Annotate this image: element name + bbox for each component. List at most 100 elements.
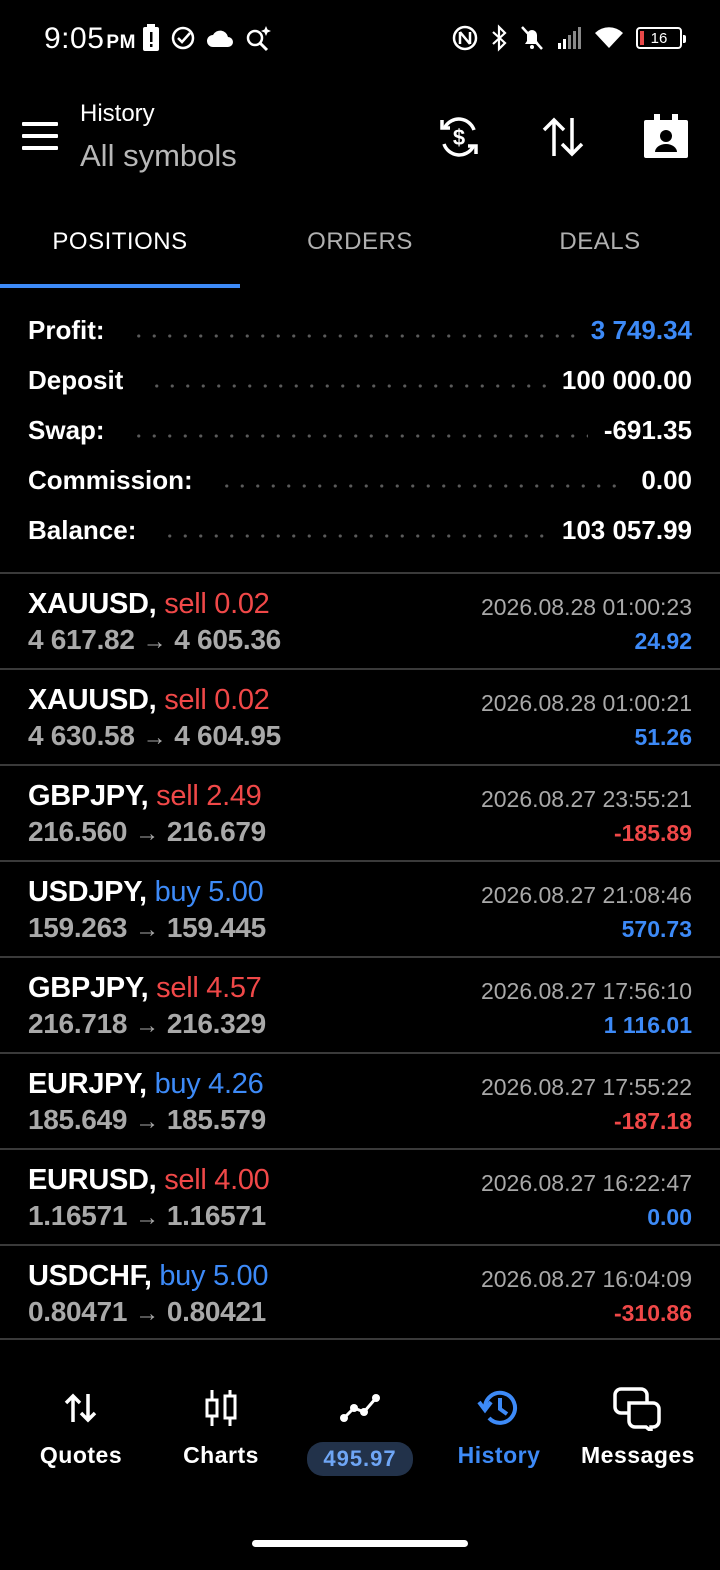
history-tabs: POSITIONS ORDERS DEALS xyxy=(0,210,720,288)
nav-trade[interactable]: 495.97 xyxy=(290,1380,430,1476)
report-icon[interactable] xyxy=(641,112,691,162)
history-clock-icon xyxy=(429,1380,569,1436)
open-price: 159.263 xyxy=(28,912,128,943)
nav-label: Quotes xyxy=(39,1442,123,1468)
list-item[interactable]: USDCHF, buy 5.00 0.80471 → 0.80421 2026.08… xyxy=(0,1244,720,1340)
symbol: EURJPY, xyxy=(28,1068,147,1100)
symbol-filter[interactable]: All symbols xyxy=(80,138,237,174)
close-price: 4 605.36 xyxy=(174,624,281,655)
nav-label: Messages xyxy=(581,1442,695,1468)
symbol: USDCHF, xyxy=(28,1260,152,1292)
arrow-right-icon: → xyxy=(135,1204,159,1231)
summary-swap-row: Swap: -691.35 xyxy=(28,405,692,455)
summary-profit-value: 3 749.34 xyxy=(590,314,692,345)
nav-charts[interactable]: Charts xyxy=(151,1380,291,1469)
arrow-right-icon: → xyxy=(135,1012,159,1039)
trade-side: sell 2.49 xyxy=(156,780,262,812)
equity-badge: 495.97 xyxy=(307,1442,413,1476)
deal-time: 2026.08.28 01:00:23 xyxy=(480,594,692,620)
battery-indicator: 16 xyxy=(636,27,686,49)
summary-deposit-row: Deposit 100 000.00 xyxy=(28,355,692,405)
search-sparkle-icon xyxy=(246,26,271,52)
close-price: 216.679 xyxy=(166,816,266,847)
summary-label: Commission: xyxy=(28,464,193,495)
deal-time: 2026.08.28 01:00:21 xyxy=(480,690,692,716)
open-price: 216.560 xyxy=(28,816,128,847)
mute-bell-icon xyxy=(521,26,543,50)
status-bar: 9:05 PM 16 xyxy=(0,0,720,80)
symbol: XAUUSD, xyxy=(28,684,157,716)
symbol: XAUUSD, xyxy=(28,588,157,620)
signal-icon xyxy=(558,27,581,49)
list-item[interactable]: EURJPY, buy 4.26 185.649 → 185.579 2026.08… xyxy=(0,1052,720,1148)
positions-list: XAUUSD, sell 0.02 4 617.82 → 4 605.36 2026… xyxy=(0,572,720,1340)
symbol: GBPJPY, xyxy=(28,972,149,1004)
summary-label: Swap: xyxy=(28,414,105,445)
deal-time: 2026.08.27 21:08:46 xyxy=(480,882,692,908)
deal-profit: -310.86 xyxy=(613,1300,692,1326)
open-price: 185.649 xyxy=(28,1104,128,1135)
arrow-right-icon: → xyxy=(135,1108,159,1135)
nav-label: Charts xyxy=(183,1442,259,1468)
arrow-right-icon: → xyxy=(142,628,167,655)
nav-quotes[interactable]: Quotes xyxy=(11,1380,151,1469)
summary-balance-value: 103 057.99 xyxy=(561,514,692,545)
history-summary: Profit: 3 749.34 Deposit 100 000.00 Swap… xyxy=(28,305,692,555)
open-price: 0.80471 xyxy=(28,1296,128,1327)
deal-profit: 24.92 xyxy=(634,628,692,654)
home-indicator[interactable] xyxy=(252,1540,468,1547)
deal-profit: 51.26 xyxy=(634,724,692,750)
nav-history[interactable]: History xyxy=(429,1380,569,1469)
list-item[interactable]: XAUUSD, sell 0.02 4 617.82 → 4 605.36 2026… xyxy=(0,572,720,668)
trade-side: sell 0.02 xyxy=(164,684,270,716)
deal-time: 2026.08.27 17:55:22 xyxy=(480,1074,692,1100)
symbol: USDJPY, xyxy=(28,876,147,908)
wifi-icon xyxy=(595,27,623,48)
candlestick-icon xyxy=(151,1380,291,1436)
open-price: 1.16571 xyxy=(28,1200,128,1231)
arrow-right-icon: → xyxy=(135,1300,159,1327)
trend-line-icon xyxy=(290,1380,430,1436)
currency-refresh-icon[interactable]: $ xyxy=(434,112,484,162)
arrow-right-icon: → xyxy=(135,820,159,847)
nav-label: History xyxy=(457,1442,541,1468)
list-item[interactable]: USDJPY, buy 5.00 159.263 → 159.445 2026.08… xyxy=(0,860,720,956)
close-price: 216.329 xyxy=(166,1008,266,1039)
list-item[interactable]: EURUSD, sell 4.00 1.16571 → 1.16571 2026.0… xyxy=(0,1148,720,1244)
close-price: 185.579 xyxy=(166,1104,266,1135)
messages-icon xyxy=(568,1380,708,1436)
cloud-icon xyxy=(207,30,233,47)
sort-icon[interactable] xyxy=(538,112,588,162)
tab-orders[interactable]: ORDERS xyxy=(240,210,480,288)
bottom-navigation: Quotes Charts 495.97 History Messages xyxy=(0,1380,720,1490)
list-item[interactable]: GBPJPY, sell 2.49 216.560 → 216.679 2026.0… xyxy=(0,764,720,860)
list-item[interactable]: GBPJPY, sell 4.57 216.718 → 216.329 2026.0… xyxy=(0,956,720,1052)
bluetooth-icon xyxy=(492,24,507,52)
open-price: 4 630.58 xyxy=(28,720,135,751)
svg-text:$: $ xyxy=(453,125,465,150)
menu-icon[interactable] xyxy=(22,122,58,150)
summary-label: Balance: xyxy=(28,514,137,545)
app-header: History All symbols $ xyxy=(0,90,720,190)
page-title: History xyxy=(80,100,155,127)
list-item[interactable]: XAUUSD, sell 0.02 4 630.58 → 4 604.95 2026… xyxy=(0,668,720,764)
close-price: 4 604.95 xyxy=(174,720,281,751)
trade-side: sell 4.00 xyxy=(164,1164,270,1196)
summary-label: Profit: xyxy=(28,314,105,345)
close-price: 159.445 xyxy=(166,912,266,943)
tab-deals[interactable]: DEALS xyxy=(480,210,720,288)
nav-messages[interactable]: Messages xyxy=(568,1380,708,1469)
deal-profit: 0.00 xyxy=(647,1204,692,1230)
deal-time: 2026.08.27 16:22:47 xyxy=(480,1170,692,1196)
symbol: GBPJPY, xyxy=(28,780,149,812)
summary-commission-row: Commission: 0.00 xyxy=(28,455,692,505)
summary-profit-row: Profit: 3 749.34 xyxy=(28,305,692,355)
summary-deposit-value: 100 000.00 xyxy=(561,364,692,395)
tab-positions[interactable]: POSITIONS xyxy=(0,210,240,288)
summary-swap-value: -691.35 xyxy=(603,414,692,445)
quotes-arrows-icon xyxy=(11,1380,151,1436)
open-price: 216.718 xyxy=(28,1008,128,1039)
summary-commission-value: 0.00 xyxy=(641,464,692,495)
deal-profit: -187.18 xyxy=(613,1108,692,1134)
trade-side: sell 0.02 xyxy=(164,588,270,620)
